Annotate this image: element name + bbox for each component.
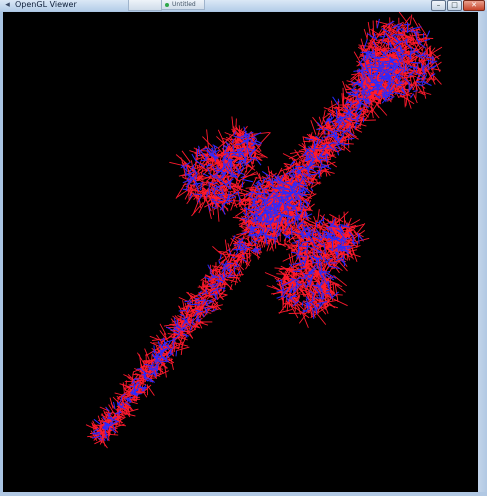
- window-title: OpenGL Viewer: [15, 0, 77, 9]
- title-bar[interactable]: ◂ OpenGL Viewer Untitled – □ ✕: [0, 0, 487, 11]
- status-dot-icon: [165, 3, 169, 7]
- maximize-button[interactable]: □: [447, 0, 462, 11]
- render-canvas[interactable]: [3, 12, 478, 492]
- window-right-frame: [478, 12, 487, 492]
- opengl-render-viewport[interactable]: [3, 12, 478, 492]
- background-tab-label: Untitled: [172, 1, 196, 8]
- close-button[interactable]: ✕: [463, 0, 485, 11]
- minimize-button[interactable]: –: [431, 0, 446, 11]
- opengl-viewer-window: ◂ OpenGL Viewer Untitled – □ ✕: [0, 0, 487, 496]
- background-taskbar-tab: [128, 0, 162, 11]
- window-bottom-frame: [0, 492, 487, 496]
- window-controls: – □ ✕: [431, 0, 485, 11]
- background-taskbar-tab-2: Untitled: [161, 0, 205, 10]
- app-icon: ◂: [5, 0, 10, 10]
